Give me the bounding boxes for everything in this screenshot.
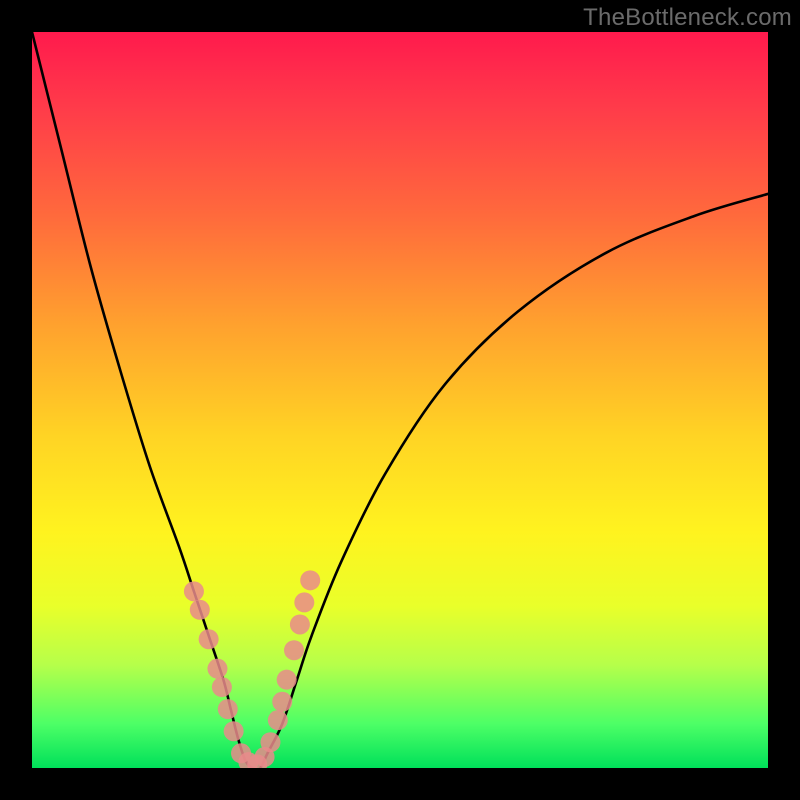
gpu-marker [290, 614, 310, 634]
gpu-marker [184, 581, 204, 601]
plot-area [32, 32, 768, 768]
gpu-marker [218, 699, 238, 719]
gpu-marker [199, 629, 219, 649]
gpu-marker [294, 592, 314, 612]
gpu-marker [300, 570, 320, 590]
gpu-marker [268, 710, 288, 730]
gpu-marker [277, 670, 297, 690]
watermark-text: TheBottleneck.com [583, 4, 792, 32]
chart-frame: TheBottleneck.com [0, 0, 800, 800]
gpu-marker [272, 692, 292, 712]
bottleneck-curve-line [32, 32, 768, 768]
gpu-marker [207, 659, 227, 679]
gpu-marker [212, 677, 232, 697]
gpu-marker [224, 721, 244, 741]
gpu-marker [284, 640, 304, 660]
gpu-marker [190, 600, 210, 620]
chart-svg [32, 32, 768, 768]
gpu-marker [260, 732, 280, 752]
